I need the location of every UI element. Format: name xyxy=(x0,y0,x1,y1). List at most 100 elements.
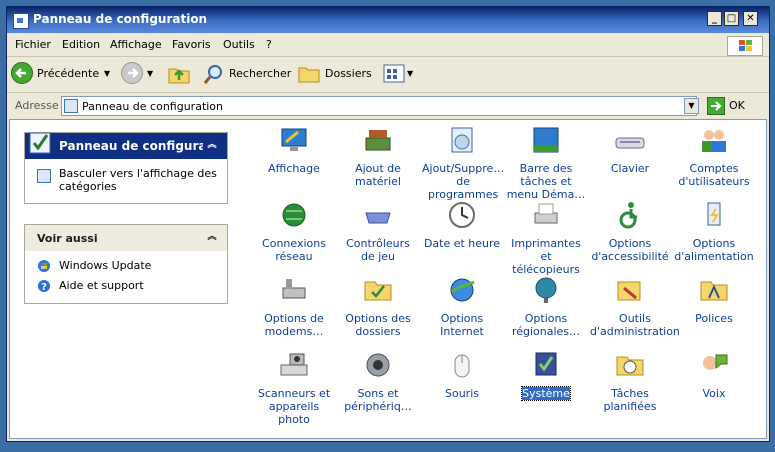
cpl-item-accessibility[interactable]: Options d'accessibilité xyxy=(590,199,670,263)
tasks-panel-header[interactable]: Panneau de configuratior ︽ xyxy=(25,132,227,159)
help-support-link[interactable]: Aide et support xyxy=(59,279,144,292)
cpl-item-label: Options Internet xyxy=(440,312,484,338)
cpl-item-label: Connexions réseau xyxy=(262,237,326,263)
menu-outils[interactable]: Outils xyxy=(223,38,255,51)
folder-options-icon xyxy=(362,274,394,306)
cpl-item-taskbar[interactable]: Barre des tâches et menu Déma… xyxy=(506,124,586,201)
search-button[interactable]: Rechercher xyxy=(229,62,291,86)
game-controller-icon xyxy=(362,199,394,231)
close-button[interactable]: ✕ xyxy=(743,11,758,26)
back-arrow-icon[interactable] xyxy=(11,62,33,84)
taskbar-icon xyxy=(530,124,562,156)
cpl-item-label: Souris xyxy=(445,387,479,400)
folders-icon[interactable] xyxy=(298,64,320,84)
cpl-item-scanner-camera[interactable]: Scanneurs et appareils photo xyxy=(254,349,334,426)
switch-to-category-view-link[interactable]: Basculer vers l'affichage des catégories xyxy=(59,167,221,193)
menu-favoris[interactable]: Favoris xyxy=(172,38,211,51)
cpl-item-label: Sons et périphériq… xyxy=(344,387,412,413)
accessibility-icon xyxy=(614,199,646,231)
search-icon[interactable] xyxy=(203,63,225,85)
toolbar: Précédente ▼ ▼ Rechercher Dossiers ▼ xyxy=(7,56,769,93)
printer-icon xyxy=(530,199,562,231)
tasks-panel-title: Panneau de configuratior xyxy=(59,139,203,153)
see-also-header[interactable]: Voir aussi ︽ xyxy=(25,225,227,251)
content-area: Panneau de configuratior ︽ Basculer vers… xyxy=(9,119,767,439)
cpl-item-sounds[interactable]: Sons et périphériq… xyxy=(338,349,418,413)
menu-help[interactable]: ? xyxy=(266,38,272,51)
cpl-item-network-connections[interactable]: Connexions réseau xyxy=(254,199,334,263)
go-arrow-icon[interactable] xyxy=(707,97,725,115)
regional-options-icon xyxy=(530,274,562,306)
menu-bar: Fichier Edition Affichage Favoris Outils… xyxy=(7,34,769,57)
collapse-chevron-icon[interactable]: ︽ xyxy=(205,138,219,152)
display-icon xyxy=(278,124,310,156)
cpl-item-label: Barre des tâches et menu Déma… xyxy=(506,162,586,201)
views-dropdown[interactable]: ▼ xyxy=(407,62,413,86)
views-icon[interactable] xyxy=(383,64,405,84)
cpl-item-admin-tools[interactable]: Outils d'administration xyxy=(590,274,680,338)
keyboard-icon xyxy=(614,124,646,156)
sounds-icon xyxy=(362,349,394,381)
back-history-dropdown[interactable]: ▼ xyxy=(104,62,110,86)
address-dropdown[interactable]: ▼ xyxy=(684,98,699,114)
cpl-item-internet-options[interactable]: Options Internet xyxy=(422,274,502,338)
maximize-button[interactable]: □ xyxy=(724,11,739,26)
internet-options-icon xyxy=(446,274,478,306)
cpl-item-printer[interactable]: Imprimantes et télécopieurs xyxy=(506,199,586,276)
windows-update-link[interactable]: Windows Update xyxy=(59,259,151,272)
go-button[interactable]: OK xyxy=(729,99,745,112)
cpl-item-add-remove-programs[interactable]: Ajout/Suppre… de programmes xyxy=(422,124,504,201)
cpl-item-fonts[interactable]: Polices xyxy=(674,274,754,325)
cpl-item-label: Affichage xyxy=(268,162,320,175)
control-panel-items-grid: Affichage Ajout de matériel Ajout/Suppre… … xyxy=(242,120,762,440)
cpl-item-label: Contrôleurs de jeu xyxy=(346,237,410,263)
cpl-item-label: Comptes d'utilisateurs xyxy=(678,162,750,188)
address-input[interactable]: Panneau de configuration xyxy=(61,96,697,116)
see-also-panel: Voir aussi ︽ Windows Update ? Aide et su… xyxy=(24,224,228,304)
scheduled-tasks-icon xyxy=(614,349,646,381)
svg-text:?: ? xyxy=(41,282,47,293)
control-panel-icon xyxy=(27,129,55,157)
forward-arrow-icon[interactable] xyxy=(121,62,143,84)
help-icon: ? xyxy=(37,279,51,293)
cpl-item-label: Tâches planifiées xyxy=(603,387,657,413)
cpl-item-mouse[interactable]: Souris xyxy=(422,349,502,400)
system-icon xyxy=(530,349,562,381)
title-bar[interactable]: Panneau de configuration _ □ ✕ xyxy=(7,7,769,33)
menu-fichier[interactable]: Fichier xyxy=(15,38,51,51)
cpl-item-game-controller[interactable]: Contrôleurs de jeu xyxy=(338,199,418,263)
cpl-item-system[interactable]: Système xyxy=(506,349,586,401)
cpl-item-label: Clavier xyxy=(610,162,650,175)
cpl-item-scheduled-tasks[interactable]: Tâches planifiées xyxy=(590,349,670,413)
add-remove-programs-icon xyxy=(446,124,478,156)
back-button[interactable]: Précédente xyxy=(37,62,99,86)
menu-edition[interactable]: Edition xyxy=(62,38,100,51)
cpl-item-regional-options[interactable]: Options régionales… xyxy=(506,274,586,338)
cpl-item-speech[interactable]: Voix xyxy=(674,349,754,400)
up-folder-icon[interactable] xyxy=(167,63,191,85)
cpl-item-label: Options d'accessibilité xyxy=(591,237,669,263)
network-connections-icon xyxy=(278,199,310,231)
switch-view-icon xyxy=(37,169,51,183)
cpl-item-user-accounts[interactable]: Comptes d'utilisateurs xyxy=(674,124,754,188)
fonts-icon xyxy=(698,274,730,306)
see-also-title: Voir aussi xyxy=(37,232,98,245)
cpl-item-label: Scanneurs et appareils photo xyxy=(257,387,331,426)
collapse-chevron-icon[interactable]: ︽ xyxy=(205,230,219,244)
folders-button[interactable]: Dossiers xyxy=(325,62,372,86)
cpl-item-add-hardware[interactable]: Ajout de matériel xyxy=(338,124,418,188)
forward-history-dropdown[interactable]: ▼ xyxy=(147,62,153,86)
address-value: Panneau de configuration xyxy=(82,100,224,113)
cpl-item-modem[interactable]: Options de modems… xyxy=(254,274,334,338)
cpl-item-label: Date et heure xyxy=(423,237,501,250)
menu-affichage[interactable]: Affichage xyxy=(110,38,162,51)
windows-update-icon xyxy=(37,259,51,273)
cpl-item-keyboard[interactable]: Clavier xyxy=(590,124,670,175)
cpl-item-display[interactable]: Affichage xyxy=(254,124,334,175)
cpl-item-label: Options d'alimentation xyxy=(674,237,754,263)
minimize-button[interactable]: _ xyxy=(707,11,722,26)
cpl-item-folder-options[interactable]: Options des dossiers xyxy=(338,274,418,338)
cpl-item-date-time[interactable]: Date et heure xyxy=(422,199,502,250)
cpl-item-power-options[interactable]: Options d'alimentation xyxy=(674,199,754,263)
cpl-item-label: Système xyxy=(521,386,571,401)
